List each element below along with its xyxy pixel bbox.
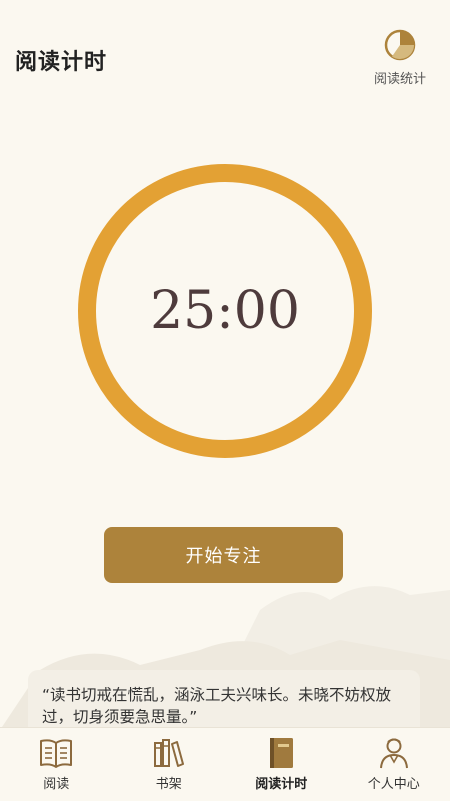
pie-chart-icon [383,28,417,62]
tab-reading-timer-label: 阅读计时 [225,773,338,792]
tab-bar: 阅读 书架 阅读计时 个人中心 [0,727,450,801]
tab-bookshelf[interactable]: 书架 [113,728,226,801]
tab-bookshelf-label: 书架 [113,773,226,792]
tab-profile[interactable]: 个人中心 [338,728,450,801]
page-title: 阅读计时 [15,44,107,76]
closed-book-icon [263,737,299,769]
timer-ring: 25:00 [76,162,374,460]
quote-text: “读书切戒在慌乱，涵泳工夫兴味长。未晓不妨权放过，切身须要急思量。” [42,684,406,728]
bookshelf-icon [151,737,187,769]
header: 阅读计时 阅读统计 [0,0,450,100]
reading-stats-label: 阅读统计 [364,68,436,87]
reading-stats-button[interactable]: 阅读统计 [364,28,436,88]
timer-display: 25:00 [76,162,374,460]
tab-read[interactable]: 阅读 [0,728,113,801]
tab-profile-label: 个人中心 [338,773,450,792]
person-icon [376,737,412,769]
tab-reading-timer[interactable]: 阅读计时 [225,728,338,801]
start-focus-button[interactable]: 开始专注 [104,527,343,583]
open-book-icon [38,737,74,769]
tab-read-label: 阅读 [0,773,113,792]
